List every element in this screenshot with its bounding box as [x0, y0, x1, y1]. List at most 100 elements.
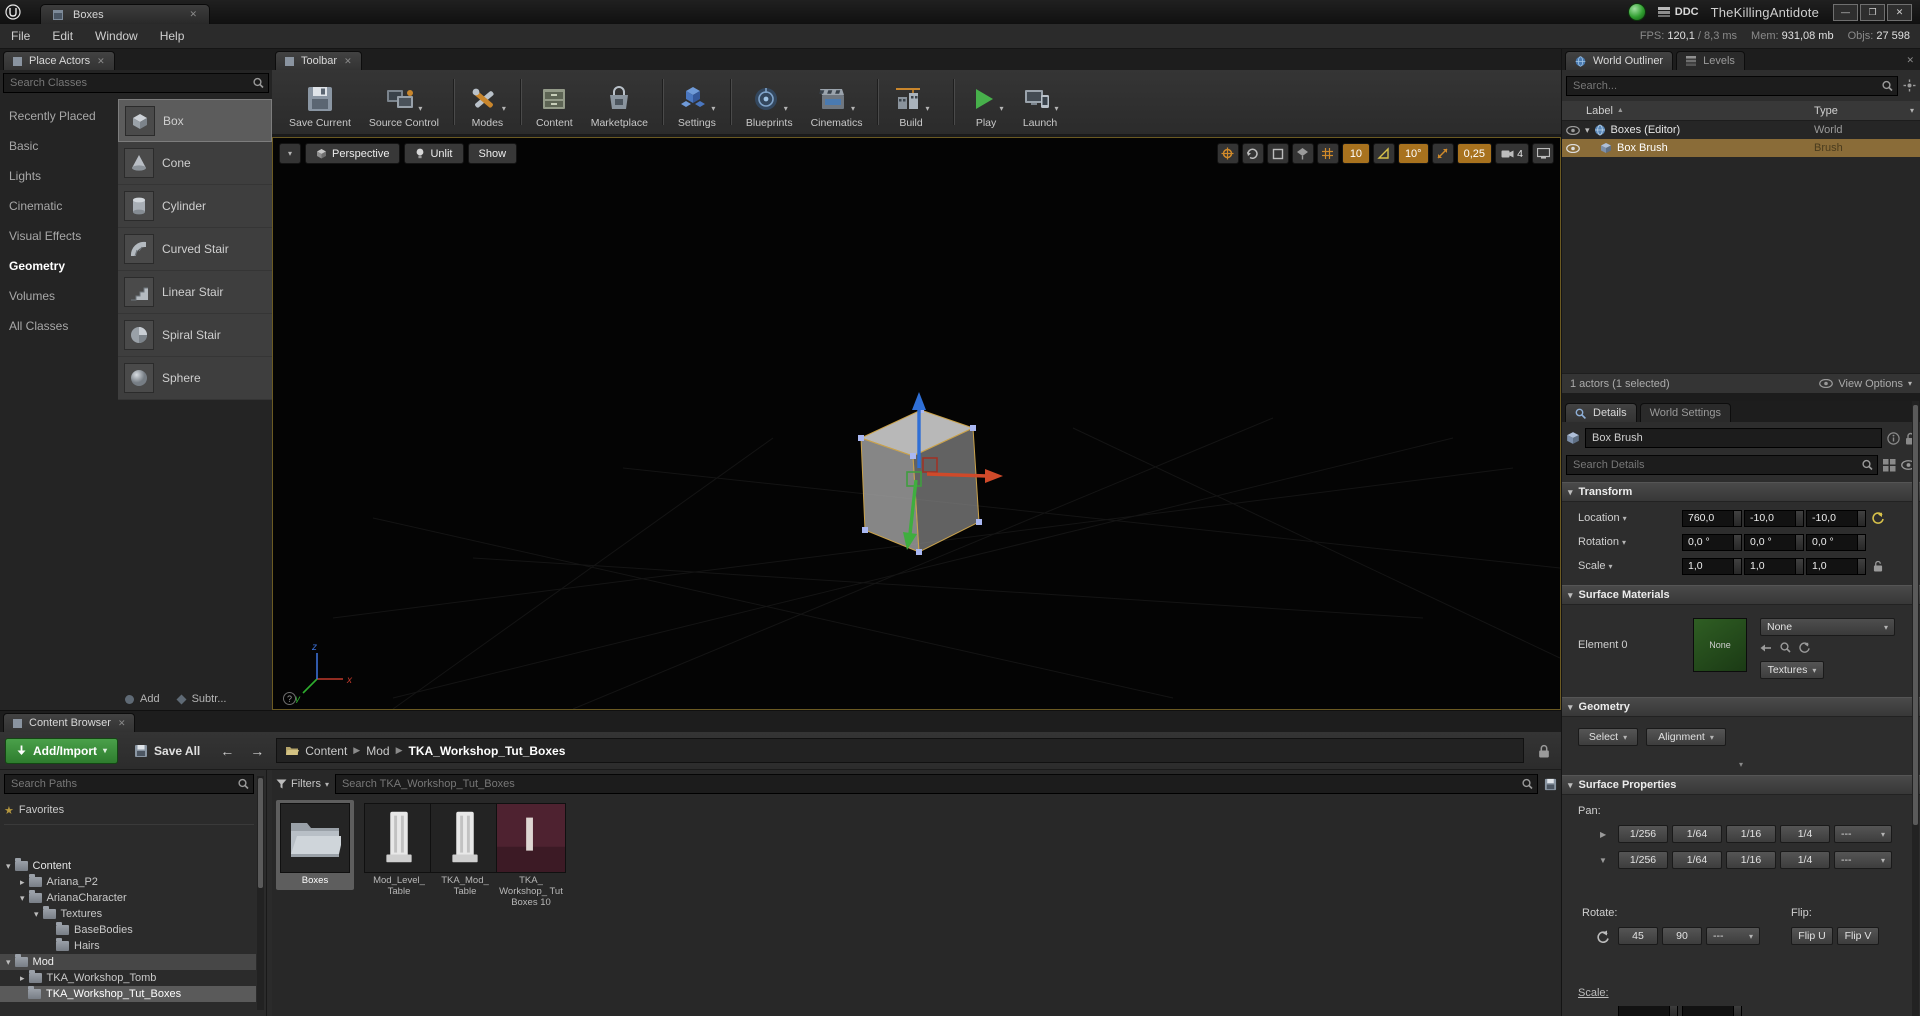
rotation-snap-toggle[interactable] [1372, 143, 1395, 164]
unlit-button[interactable]: Unlit [404, 143, 464, 164]
maximize-viewport-button[interactable] [1266, 143, 1289, 164]
save-current-button[interactable]: Save Current [280, 72, 360, 132]
tab-close-icon[interactable]: ✕ [189, 9, 197, 20]
dropdown-icon[interactable]: ▾ [926, 104, 930, 113]
flip-u-button[interactable]: Flip U [1791, 927, 1833, 945]
minimize-button[interactable]: — [1833, 3, 1858, 21]
tab-levels[interactable]: Levels [1676, 51, 1745, 70]
filters-button[interactable]: Filters ▾ [276, 778, 329, 790]
lock-browser-icon[interactable] [1538, 744, 1550, 758]
rotate-custom-combobox[interactable]: --- ▾ [1706, 927, 1760, 945]
category-lights[interactable]: Lights [0, 161, 118, 191]
pan-v-arrow-icon[interactable]: ▼ [1599, 856, 1607, 865]
camera-speed-button[interactable]: 4 [1495, 143, 1529, 164]
window-tab[interactable]: Boxes ✕ [40, 4, 210, 24]
dropdown-icon[interactable]: ▾ [1000, 104, 1004, 113]
category-volumes[interactable]: Volumes [0, 281, 118, 311]
tree-item-textures[interactable]: ▾ Textures [0, 906, 256, 922]
rotation-z-field[interactable]: 0,0 ° [1806, 533, 1866, 551]
tab-place-actors[interactable]: Place Actors ✕ [3, 51, 115, 70]
category-all-classes[interactable]: All Classes [0, 311, 118, 341]
property-matrix-icon[interactable] [1883, 458, 1896, 472]
tree-item-tka-workshop-tomb[interactable]: ▸ TKA_Workshop_Tomb [0, 970, 256, 986]
show-button[interactable]: Show [467, 143, 518, 164]
location-x-field[interactable]: 760,0 [1682, 509, 1742, 527]
outliner-settings-icon[interactable] [1903, 79, 1916, 92]
build-button[interactable]: ▾ Build [884, 72, 939, 132]
section-collapse-handle[interactable]: ▾ [1562, 759, 1920, 769]
category-cinematic[interactable]: Cinematic [0, 191, 118, 221]
tree-item-mod[interactable]: ▾ Mod [0, 954, 256, 970]
favorites-section[interactable]: ★ Favorites [4, 802, 64, 818]
scale-label[interactable]: Scale [1578, 560, 1606, 572]
menu-file[interactable]: File [0, 24, 41, 48]
tree-item-tka-workshop-tut-boxes[interactable]: TKA_Workshop_Tut_Boxes [0, 986, 256, 1002]
visibility-eye-icon[interactable] [1566, 143, 1580, 153]
add-import-button[interactable]: Add/Import ▾ [5, 737, 119, 764]
rotate-45-button[interactable]: 45 [1618, 927, 1658, 945]
category-recently-placed[interactable]: Recently Placed [0, 101, 118, 131]
dropdown-icon[interactable]: ▾ [502, 104, 506, 113]
dropdown-icon[interactable]: ▾ [1609, 562, 1613, 571]
dropdown-icon[interactable]: ▾ [711, 104, 715, 113]
actor-item-curved-stair[interactable]: Curved Stair [118, 228, 272, 271]
dropdown-icon[interactable]: ▾ [1623, 514, 1627, 523]
rotation-label[interactable]: Rotation [1578, 536, 1619, 548]
surface-materials-section-header[interactable]: ▾ Surface Materials [1562, 585, 1920, 605]
pan-v-1-16-button[interactable]: 1/16 [1726, 851, 1776, 869]
modes-button[interactable]: ▾ Modes [460, 72, 515, 132]
surface-scale-v-field[interactable] [1682, 1006, 1742, 1016]
forward-arrow-icon[interactable]: → [246, 743, 268, 759]
menu-edit[interactable]: Edit [41, 24, 84, 48]
column-options-icon[interactable]: ▾ [1910, 106, 1914, 115]
tab-world-outliner[interactable]: World Outliner [1565, 51, 1674, 70]
tab-toolbar[interactable]: Toolbar ✕ [275, 51, 362, 70]
rotation-snap-value[interactable]: 10° [1397, 143, 1429, 164]
panel-splitter[interactable] [1562, 393, 1920, 401]
info-icon[interactable] [1887, 431, 1900, 445]
search-classes-input[interactable] [3, 73, 269, 93]
textures-button[interactable]: Textures ▾ [1760, 661, 1824, 679]
reset-icon[interactable] [1799, 642, 1810, 653]
dropdown-icon[interactable]: ▾ [1055, 104, 1059, 113]
menu-window[interactable]: Window [84, 24, 149, 48]
category-basic[interactable]: Basic [0, 131, 118, 161]
menu-help[interactable]: Help [149, 24, 196, 48]
search-paths-input[interactable] [4, 774, 254, 794]
viewport-options-button[interactable]: ▾ [279, 143, 301, 164]
details-search-input[interactable] [1566, 455, 1878, 475]
close-button[interactable]: ✕ [1887, 3, 1912, 21]
save-all-button[interactable]: Save All [126, 738, 208, 764]
tree-item-basebodies[interactable]: BaseBodies [0, 922, 256, 938]
outliner-search-input[interactable] [1566, 76, 1898, 96]
gizmo-space-button[interactable] [1216, 143, 1239, 164]
tree-item-arianacharacter[interactable]: ▾ ArianaCharacter [0, 890, 256, 906]
surface-snap-button[interactable] [1291, 143, 1314, 164]
visibility-eye-icon[interactable] [1566, 125, 1580, 135]
scale-y-field[interactable]: 1,0 [1744, 557, 1804, 575]
alignment-button[interactable]: Alignment ▾ [1646, 728, 1726, 746]
reset-to-default-icon[interactable] [1872, 512, 1884, 524]
tab-world-settings[interactable]: World Settings [1639, 403, 1731, 422]
help-icon[interactable]: ? [283, 692, 296, 705]
csg-subtract-button[interactable]: Subtr... [176, 693, 226, 705]
actor-item-spiral-stair[interactable]: Spiral Stair [118, 314, 272, 357]
pan-u-custom-combobox[interactable]: --- ▾ [1834, 825, 1892, 843]
location-y-field[interactable]: -10,0 [1744, 509, 1804, 527]
grid-snap-toggle[interactable] [1316, 143, 1339, 164]
pan-v-1-64-button[interactable]: 1/64 [1672, 851, 1722, 869]
actor-item-linear-stair[interactable]: Linear Stair [118, 271, 272, 314]
tab-content-browser[interactable]: Content Browser ✕ [3, 713, 136, 732]
use-selected-icon[interactable] [1760, 643, 1772, 653]
transform-section-header[interactable]: ▾ Transform [1562, 482, 1920, 502]
asset-search-input[interactable] [334, 774, 1538, 794]
pan-u-arrow-icon[interactable]: ▶ [1600, 830, 1606, 839]
cycle-transform-button[interactable] [1241, 143, 1264, 164]
dropdown-icon[interactable]: ▾ [851, 104, 855, 113]
location-label[interactable]: Location [1578, 512, 1620, 524]
source-control-button[interactable]: ▾ Source Control [360, 72, 448, 132]
type-column[interactable]: Type [1814, 105, 1838, 117]
sources-scrollbar[interactable] [257, 776, 264, 1010]
location-z-field[interactable]: -10,0 [1806, 509, 1866, 527]
select-button[interactable]: Select ▾ [1578, 728, 1638, 746]
